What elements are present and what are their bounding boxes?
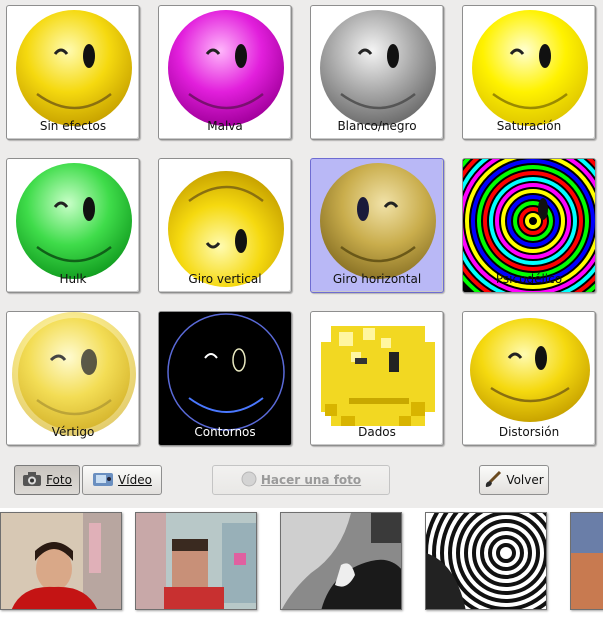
video-camera-icon bbox=[92, 471, 114, 490]
photo-thumbnail[interactable] bbox=[570, 512, 603, 610]
effect-label: Dados bbox=[358, 425, 396, 439]
brush-icon bbox=[484, 470, 502, 491]
video-mode-label: Vídeo bbox=[118, 473, 152, 487]
back-button[interactable]: Volver bbox=[479, 465, 549, 495]
photo-normal-icon bbox=[1, 513, 121, 609]
effect-tile-distorsion[interactable]: Distorsión bbox=[462, 311, 596, 446]
effect-tile-hulk[interactable]: Hulk bbox=[6, 158, 140, 293]
photo-thumbnail[interactable] bbox=[135, 512, 257, 610]
take-photo-label: Hacer una foto bbox=[260, 473, 362, 487]
effect-label: Giro vertical bbox=[188, 272, 262, 286]
effect-label: Hulk bbox=[59, 272, 87, 286]
effect-label: Psicodélico bbox=[495, 272, 563, 286]
back-label: Volver bbox=[506, 473, 544, 487]
photo-mode-label: Foto bbox=[46, 473, 72, 487]
photo-dice-icon bbox=[136, 513, 256, 609]
effects-grid: Sin efectos Malva Blanco/negro Saturació… bbox=[0, 0, 603, 456]
photo-bw-icon bbox=[281, 513, 401, 609]
photo-thumbnail-strip bbox=[0, 508, 603, 622]
photo-partial-icon bbox=[571, 513, 603, 609]
effect-tile-giro-horizontal[interactable]: Giro horizontal bbox=[310, 158, 444, 293]
photo-thumbnail[interactable] bbox=[425, 512, 547, 610]
toolbar: Foto Vídeo Hacer una foto Volver bbox=[0, 456, 603, 506]
effect-tile-contornos[interactable]: Contornos bbox=[158, 311, 292, 446]
effect-label: Contornos bbox=[194, 425, 256, 439]
camera-icon bbox=[22, 471, 42, 490]
photo-thumbnail[interactable] bbox=[280, 512, 402, 610]
photo-warp-icon bbox=[426, 513, 546, 609]
effect-label: Distorsión bbox=[498, 425, 560, 439]
effect-label: Sin efectos bbox=[39, 119, 107, 133]
take-photo-button[interactable]: Hacer una foto bbox=[212, 465, 390, 495]
effect-tile-saturacion[interactable]: Saturación bbox=[462, 5, 596, 140]
effect-tile-blanco-negro[interactable]: Blanco/negro bbox=[310, 5, 444, 140]
effect-label: Vértigo bbox=[51, 425, 95, 439]
photo-mode-button[interactable]: Foto bbox=[14, 465, 80, 495]
effect-label: Giro horizontal bbox=[332, 272, 422, 286]
effect-label: Saturación bbox=[496, 119, 562, 133]
effect-tile-sin-efectos[interactable]: Sin efectos bbox=[6, 5, 140, 140]
effect-tile-malva[interactable]: Malva bbox=[158, 5, 292, 140]
record-icon bbox=[241, 471, 257, 490]
effect-tile-giro-vertical[interactable]: Giro vertical bbox=[158, 158, 292, 293]
photo-thumbnail[interactable] bbox=[0, 512, 122, 610]
effect-tile-psicodelico[interactable]: Psicodélico bbox=[462, 158, 596, 293]
effect-tile-dados[interactable]: Dados bbox=[310, 311, 444, 446]
video-mode-button[interactable]: Vídeo bbox=[82, 465, 162, 495]
effect-label: Malva bbox=[207, 119, 243, 133]
effect-tile-vertigo[interactable]: Vértigo bbox=[6, 311, 140, 446]
effect-label: Blanco/negro bbox=[337, 119, 417, 133]
